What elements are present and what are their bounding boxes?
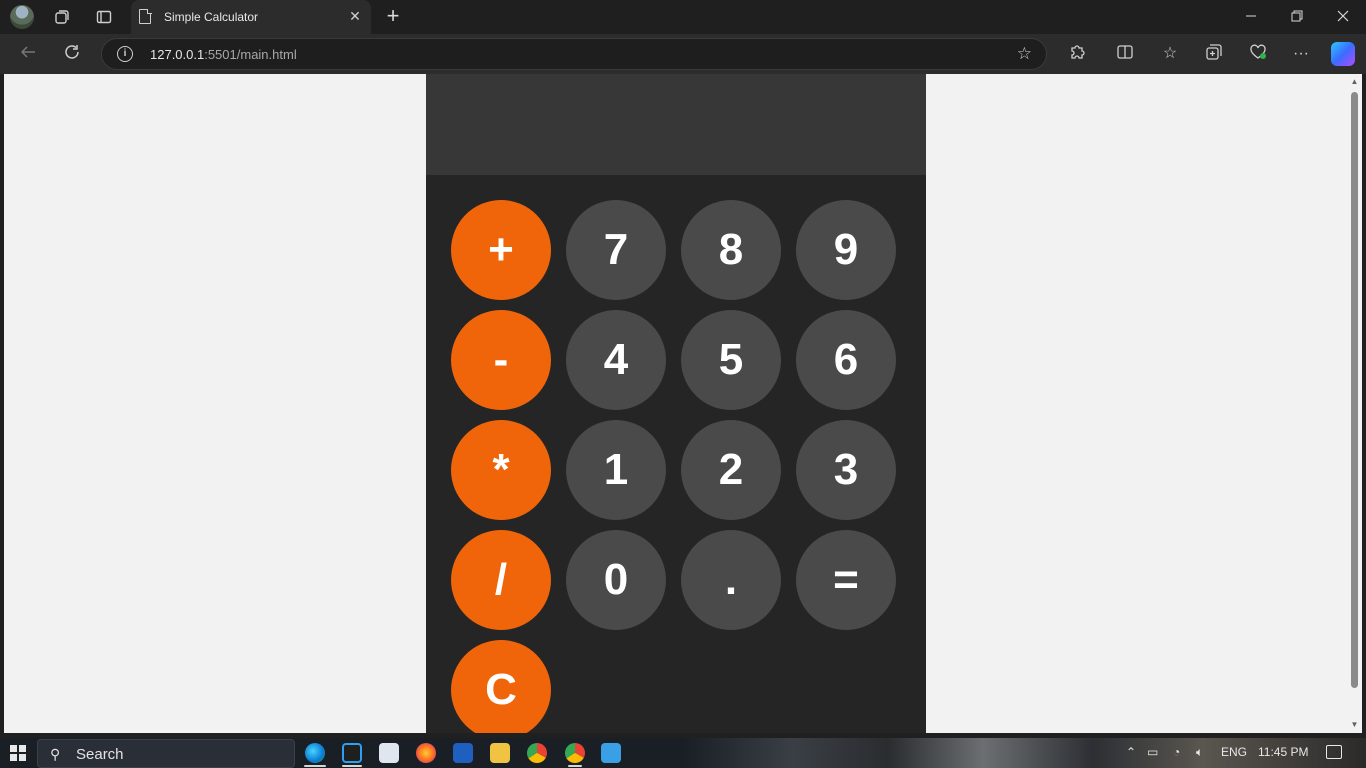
remote-desktop-icon[interactable] bbox=[601, 743, 621, 763]
vertical-scrollbar[interactable]: ▲ ▼ bbox=[1347, 74, 1362, 733]
tab-simple-calculator[interactable]: Simple Calculator ✕ bbox=[131, 0, 371, 34]
workspaces-icon[interactable] bbox=[51, 6, 73, 28]
page-icon bbox=[139, 8, 152, 24]
copilot-icon[interactable] bbox=[1331, 42, 1355, 66]
taskbar-search-placeholder: Search bbox=[76, 746, 124, 763]
browser-titlebar: Simple Calculator ✕ + bbox=[0, 0, 1366, 34]
vscode-app-icon[interactable] bbox=[342, 743, 362, 763]
chrome-app-icon[interactable] bbox=[527, 743, 547, 763]
key-2[interactable]: 2 bbox=[681, 420, 781, 520]
key-1[interactable]: 1 bbox=[566, 420, 666, 520]
key-multiply[interactable]: * bbox=[451, 420, 551, 520]
calculator-display bbox=[426, 74, 926, 175]
key-5[interactable]: 5 bbox=[681, 310, 781, 410]
chrome-active-indicator bbox=[568, 765, 582, 767]
split-screen-icon[interactable] bbox=[1114, 43, 1136, 65]
word-app-icon[interactable] bbox=[453, 743, 473, 763]
site-info-icon[interactable]: i bbox=[117, 46, 133, 62]
file-explorer-icon[interactable] bbox=[490, 743, 510, 763]
key-decimal[interactable]: . bbox=[681, 530, 781, 630]
more-menu-icon[interactable]: ··· bbox=[1290, 43, 1312, 65]
windows-taskbar: ⚲ Search ⌃ ▭ ◔ 🔈︎ ENG 11:45 PM bbox=[0, 738, 1366, 768]
profile-avatar[interactable] bbox=[10, 5, 34, 29]
vscode-active-indicator bbox=[342, 765, 362, 767]
key-minus[interactable]: - bbox=[451, 310, 551, 410]
new-tab-button[interactable]: + bbox=[382, 5, 404, 27]
key-0[interactable]: 0 bbox=[566, 530, 666, 630]
address-bar[interactable]: i 127.0.0.1:5501/main.html ☆ bbox=[101, 38, 1047, 70]
tab-actions-icon[interactable] bbox=[93, 6, 115, 28]
favorites-icon[interactable]: ☆ bbox=[1159, 43, 1181, 65]
url-text[interactable]: 127.0.0.1:5501/main.html bbox=[150, 47, 297, 62]
notification-center-icon[interactable] bbox=[1326, 745, 1342, 759]
edge-active-indicator bbox=[304, 765, 326, 767]
key-8[interactable]: 8 bbox=[681, 200, 781, 300]
minimize-button[interactable] bbox=[1240, 6, 1262, 28]
key-equals[interactable]: = bbox=[796, 530, 896, 630]
close-window-button[interactable] bbox=[1332, 6, 1354, 28]
key-divide[interactable]: / bbox=[451, 530, 551, 630]
key-4[interactable]: 4 bbox=[566, 310, 666, 410]
battery-icon[interactable]: ▭ bbox=[1147, 745, 1158, 759]
key-6[interactable]: 6 bbox=[796, 310, 896, 410]
browser-essentials-icon[interactable] bbox=[1247, 43, 1269, 65]
collections-icon[interactable] bbox=[1203, 43, 1225, 65]
key-9[interactable]: 9 bbox=[796, 200, 896, 300]
key-plus[interactable]: + bbox=[451, 200, 551, 300]
key-clear[interactable]: C bbox=[451, 640, 551, 733]
tab-title: Simple Calculator bbox=[164, 10, 259, 24]
key-3[interactable]: 3 bbox=[796, 420, 896, 520]
search-icon: ⚲ bbox=[50, 746, 61, 762]
key-7[interactable]: 7 bbox=[566, 200, 666, 300]
browser-navbar: i 127.0.0.1:5501/main.html ☆ ☆ ··· bbox=[0, 34, 1366, 74]
windows-start-icon[interactable] bbox=[10, 745, 26, 761]
volume-icon[interactable]: 🔈︎ bbox=[1196, 745, 1203, 760]
taskbar-clock[interactable]: 11:45 PM bbox=[1258, 745, 1308, 759]
url-path: :5501/main.html bbox=[204, 47, 297, 62]
taskbar-search[interactable]: ⚲ Search bbox=[37, 739, 295, 768]
extensions-icon[interactable] bbox=[1066, 43, 1088, 65]
favorite-star-icon[interactable]: ☆ bbox=[1017, 44, 1032, 64]
scroll-up-icon[interactable]: ▲ bbox=[1350, 77, 1359, 86]
calculator: +7 8 9 -4 5 6 * 1 2 3 /0. = C bbox=[426, 74, 926, 733]
firefox-app-icon[interactable] bbox=[416, 743, 436, 763]
language-indicator[interactable]: ENG bbox=[1221, 745, 1247, 759]
notes-app-icon[interactable] bbox=[379, 743, 399, 763]
edge-app-icon[interactable] bbox=[305, 743, 325, 763]
scrollbar-thumb[interactable] bbox=[1351, 92, 1358, 688]
refresh-button[interactable] bbox=[61, 43, 83, 65]
scroll-down-icon[interactable]: ▼ bbox=[1350, 720, 1359, 729]
url-host: 127.0.0.1 bbox=[150, 47, 205, 62]
back-button[interactable] bbox=[17, 43, 39, 65]
close-tab-icon[interactable]: ✕ bbox=[347, 8, 363, 24]
chrome-profile-app-icon[interactable] bbox=[565, 743, 585, 763]
page-viewport: +7 8 9 -4 5 6 * 1 2 3 /0. = C bbox=[4, 74, 1347, 733]
wifi-icon[interactable]: ◔ bbox=[1173, 745, 1180, 759]
restore-button[interactable] bbox=[1286, 6, 1308, 28]
tray-overflow-icon[interactable]: ⌃ bbox=[1126, 745, 1136, 759]
